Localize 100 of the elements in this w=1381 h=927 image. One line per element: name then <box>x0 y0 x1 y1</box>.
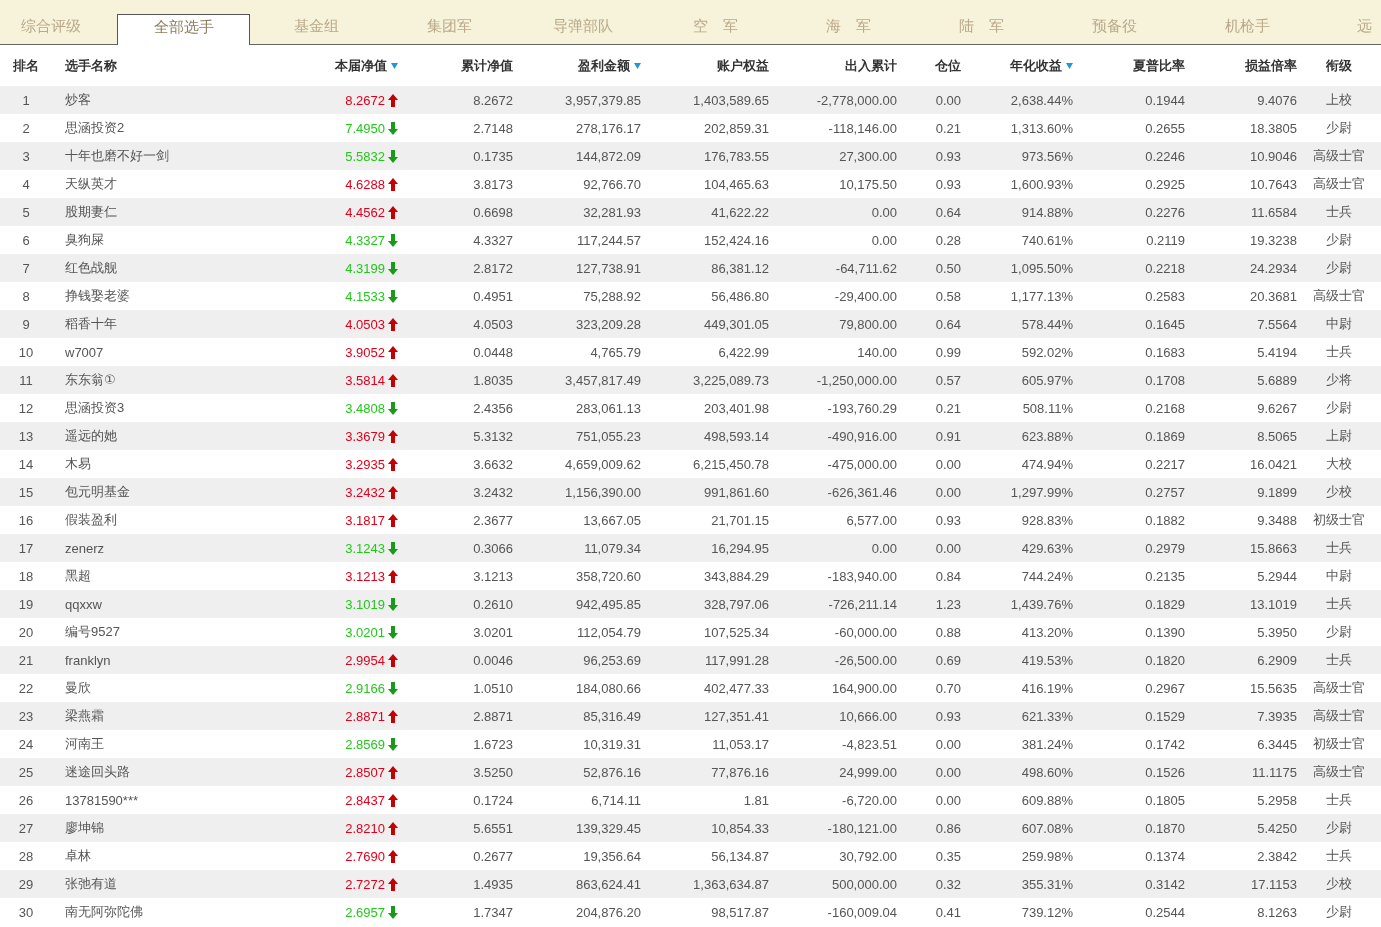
player-name[interactable]: qqxxw <box>65 596 102 612</box>
table-cell: 621.33% <box>1021 708 1073 724</box>
column-header[interactable]: 仓位 <box>935 56 961 75</box>
sort-icon[interactable] <box>391 62 398 69</box>
player-name[interactable]: 包元明基金 <box>65 484 130 499</box>
up-arrow-icon <box>388 485 398 499</box>
table-cell: 0.0046 <box>473 652 513 668</box>
player-name[interactable]: 稻香十年 <box>65 316 117 331</box>
table-cell: 0.1870 <box>1145 820 1185 836</box>
column-header[interactable]: 夏普比率 <box>1133 56 1185 75</box>
player-name[interactable]: 南无阿弥陀佛 <box>65 904 143 919</box>
rank-title: 中尉 <box>1325 316 1352 331</box>
table-cell: 0.1529 <box>1145 708 1185 724</box>
table-cell: 96,253.69 <box>583 652 641 668</box>
rank-title: 士兵 <box>1325 204 1352 219</box>
tab[interactable]: 全部选手 <box>117 14 250 45</box>
player-name[interactable]: w7007 <box>65 344 104 360</box>
player-name[interactable]: 河南王 <box>65 736 104 751</box>
table-cell: 85,316.49 <box>583 708 641 724</box>
table-cell: 0.57 <box>935 372 961 388</box>
table-cell: 1,177.13% <box>1010 288 1073 304</box>
table-cell: 0.2135 <box>1145 568 1185 584</box>
table-cell: 623.88% <box>1021 428 1073 444</box>
column-header[interactable]: 损益倍率 <box>1245 56 1297 75</box>
player-name[interactable]: 挣钱娶老婆 <box>65 288 130 303</box>
table-cell: -726,211.14 <box>828 596 897 612</box>
table-cell: 140.00 <box>857 344 897 360</box>
column-header[interactable]: 选手名称 <box>65 56 117 75</box>
net-value: 4.1533 <box>345 288 385 304</box>
net-value: 3.5814 <box>345 372 385 388</box>
rank-cell: 1 <box>22 92 30 108</box>
table-cell: 4.0503 <box>473 316 513 332</box>
table-cell: 0.2967 <box>1145 680 1185 696</box>
rank-cell: 4 <box>22 176 30 192</box>
table-cell: 117,244.57 <box>576 232 641 248</box>
up-arrow-icon <box>388 765 398 779</box>
table-cell: 104,465.63 <box>703 176 769 192</box>
player-name[interactable]: 红色战舰 <box>65 260 117 275</box>
table-cell: 139,329.45 <box>575 820 641 836</box>
down-arrow-icon <box>388 233 398 247</box>
rank-title: 少校 <box>1325 876 1352 891</box>
column-header[interactable]: 排名 <box>13 56 39 75</box>
player-name[interactable]: 木易 <box>65 456 91 471</box>
player-name[interactable]: 廖坤锦 <box>65 820 104 835</box>
player-name[interactable]: 黑超 <box>65 568 91 583</box>
sort-icon[interactable] <box>634 62 641 69</box>
column-header[interactable]: 盈利金额 <box>578 56 641 75</box>
player-name[interactable]: franklyn <box>65 652 111 668</box>
player-name[interactable]: 梁燕霜 <box>65 708 104 723</box>
table-cell: 0.50 <box>935 260 961 276</box>
player-name[interactable]: 炒客 <box>65 92 91 107</box>
player-name[interactable]: 遥远的她 <box>65 428 117 443</box>
net-value: 3.1019 <box>345 596 385 612</box>
player-name[interactable]: zenerz <box>65 540 105 556</box>
table-cell: 4.3327 <box>473 232 513 248</box>
column-header[interactable]: 账户权益 <box>717 56 769 75</box>
net-value: 2.8569 <box>345 736 385 752</box>
player-name[interactable]: 迷途回头路 <box>65 764 130 779</box>
column-header[interactable]: 年化收益 <box>1010 56 1073 75</box>
table-cell: 9.3488 <box>1257 512 1297 528</box>
player-name[interactable]: 股期妻仁 <box>65 204 117 219</box>
up-arrow-icon <box>388 177 398 191</box>
column-header[interactable]: 累计净值 <box>461 56 513 75</box>
table-cell: 18.3805 <box>1250 120 1297 136</box>
table-cell: 1,363,634.87 <box>693 876 769 892</box>
player-name[interactable]: 东东翁① <box>65 372 116 387</box>
player-name[interactable]: 曼欣 <box>65 680 91 695</box>
table-cell: 0.2218 <box>1145 260 1185 276</box>
table-cell: 498,593.14 <box>703 428 769 444</box>
player-name[interactable]: 臭狗屎 <box>65 232 104 247</box>
table-cell: 0.84 <box>935 568 961 584</box>
rank-cell: 15 <box>18 484 34 500</box>
column-header[interactable]: 出入累计 <box>845 56 897 75</box>
player-name[interactable]: 假装盈利 <box>65 512 117 527</box>
down-arrow-icon <box>388 681 398 695</box>
player-name[interactable]: 张弛有道 <box>65 876 117 891</box>
up-arrow-icon <box>388 429 398 443</box>
table-cell: 0.32 <box>935 876 961 892</box>
player-name[interactable]: 思涵投资3 <box>65 400 125 415</box>
table-cell: 0.2757 <box>1145 484 1185 500</box>
table-cell: 973.56% <box>1021 148 1073 164</box>
column-header[interactable]: 本届净值 <box>335 56 398 75</box>
table-cell: 0.41 <box>935 904 961 920</box>
table-cell: 744.24% <box>1021 568 1073 584</box>
rank-cell: 5 <box>22 204 30 220</box>
table-cell: 56,486.80 <box>711 288 769 304</box>
player-name[interactable]: 思涵投资2 <box>65 120 125 135</box>
table-cell: 1.81 <box>743 792 769 808</box>
sort-icon[interactable] <box>1066 62 1073 69</box>
table-cell: 2.3677 <box>473 512 513 528</box>
player-name[interactable]: 天纵英才 <box>65 176 117 191</box>
player-name[interactable]: 卓林 <box>65 848 91 863</box>
net-value: 3.1817 <box>345 512 385 528</box>
player-name[interactable]: 编号9527 <box>65 624 120 639</box>
down-arrow-icon <box>388 149 398 163</box>
player-name[interactable]: 13781590*** <box>65 792 139 808</box>
table-cell: -2,778,000.00 <box>816 92 897 108</box>
rank-cell: 28 <box>18 848 34 864</box>
column-header[interactable]: 衔级 <box>1325 56 1352 75</box>
table-cell: 56,134.87 <box>711 848 769 864</box>
